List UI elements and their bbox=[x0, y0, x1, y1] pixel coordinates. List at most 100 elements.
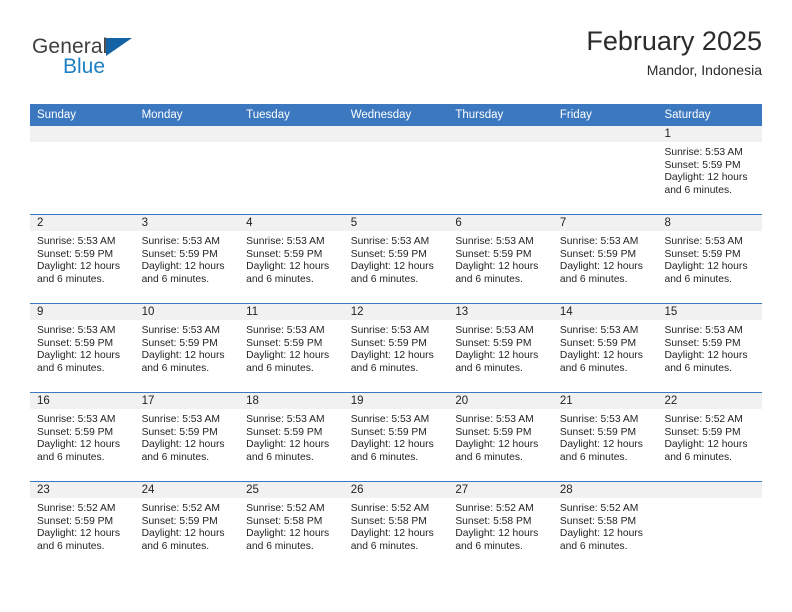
sunset-text: Sunset: 5:58 PM bbox=[350, 515, 427, 527]
day-detail: Sunrise: 5:53 AM Sunset: 5:59 PM Daylight:… bbox=[135, 320, 240, 375]
calendar-day-cell-empty bbox=[448, 126, 553, 214]
day-number: 14 bbox=[552, 304, 658, 320]
day-number: 17 bbox=[134, 393, 240, 409]
daylight-text: Daylight: 12 hours and 6 minutes. bbox=[455, 528, 539, 552]
calendar-day-cell[interactable]: 14 Sunrise: 5:53 AM Sunset: 5:59 PM Dayligh… bbox=[552, 304, 658, 392]
day-number: 2 bbox=[30, 215, 135, 231]
sunrise-text: Sunrise: 5:53 AM bbox=[246, 236, 325, 247]
calendar-day-cell[interactable]: 11 Sunrise: 5:53 AM Sunset: 5:59 PM Dayligh… bbox=[239, 304, 344, 392]
daylight-text: Daylight: 12 hours and 6 minutes. bbox=[350, 439, 434, 463]
day-detail: Sunrise: 5:53 AM Sunset: 5:59 PM Daylight:… bbox=[553, 320, 658, 375]
daylight-text: Daylight: 12 hours and 6 minutes. bbox=[246, 261, 330, 285]
calendar-day-cell[interactable]: 28 Sunrise: 5:52 AM Sunset: 5:58 PM Dayligh… bbox=[552, 482, 658, 570]
day-detail: Sunrise: 5:53 AM Sunset: 5:59 PM Daylight:… bbox=[448, 409, 553, 464]
day-detail: Sunrise: 5:53 AM Sunset: 5:59 PM Daylight:… bbox=[657, 142, 762, 197]
sunrise-text: Sunrise: 5:53 AM bbox=[37, 236, 116, 247]
calendar-day-cell[interactable]: 1 Sunrise: 5:53 AM Sunset: 5:59 PM Daylight… bbox=[657, 126, 763, 214]
day-detail: Sunrise: 5:53 AM Sunset: 5:59 PM Daylight:… bbox=[239, 231, 344, 286]
sunrise-text: Sunrise: 5:53 AM bbox=[664, 147, 743, 158]
day-number: 16 bbox=[30, 393, 135, 409]
sunrise-text: Sunrise: 5:53 AM bbox=[141, 236, 220, 247]
day-number: 4 bbox=[239, 215, 344, 231]
daylight-text: Daylight: 12 hours and 6 minutes. bbox=[141, 528, 225, 552]
calendar-day-cell[interactable]: 8 Sunrise: 5:53 AM Sunset: 5:59 PM Daylight… bbox=[657, 215, 763, 303]
calendar-day-cell[interactable]: 18 Sunrise: 5:53 AM Sunset: 5:59 PM Dayligh… bbox=[239, 393, 344, 481]
calendar-day-cell[interactable]: 4 Sunrise: 5:53 AM Sunset: 5:59 PM Daylight… bbox=[239, 215, 344, 303]
calendar-day-cell[interactable]: 3 Sunrise: 5:53 AM Sunset: 5:59 PM Daylight… bbox=[134, 215, 240, 303]
sunrise-text: Sunrise: 5:53 AM bbox=[664, 325, 743, 336]
calendar-week-row: 2 Sunrise: 5:53 AM Sunset: 5:59 PM Daylight… bbox=[30, 214, 763, 303]
day-number: 25 bbox=[239, 482, 344, 498]
sunrise-text: Sunrise: 5:53 AM bbox=[37, 414, 116, 425]
calendar-day-cell[interactable]: 17 Sunrise: 5:53 AM Sunset: 5:59 PM Dayligh… bbox=[134, 393, 240, 481]
day-number: 24 bbox=[134, 482, 240, 498]
calendar-weeks: 1 Sunrise: 5:53 AM Sunset: 5:59 PM Daylight… bbox=[30, 126, 763, 570]
day-number bbox=[30, 126, 135, 142]
calendar-day-cell[interactable]: 9 Sunrise: 5:53 AM Sunset: 5:59 PM Daylight… bbox=[30, 304, 135, 392]
calendar-day-cell[interactable]: 10 Sunrise: 5:53 AM Sunset: 5:59 PM Dayligh… bbox=[134, 304, 240, 392]
calendar-day-cell[interactable]: 27 Sunrise: 5:52 AM Sunset: 5:58 PM Dayligh… bbox=[448, 482, 553, 570]
sunset-text: Sunset: 5:58 PM bbox=[455, 515, 532, 527]
day-number: 8 bbox=[657, 215, 763, 231]
day-number: 28 bbox=[552, 482, 658, 498]
day-number bbox=[448, 126, 553, 142]
day-detail: Sunrise: 5:53 AM Sunset: 5:59 PM Daylight:… bbox=[448, 231, 553, 286]
calendar-day-cell[interactable]: 19 Sunrise: 5:53 AM Sunset: 5:59 PM Dayligh… bbox=[343, 393, 449, 481]
day-number bbox=[552, 126, 658, 142]
day-detail: Sunrise: 5:53 AM Sunset: 5:59 PM Daylight:… bbox=[135, 409, 240, 464]
page-subtitle: Mandor, Indonesia bbox=[646, 62, 762, 79]
day-number: 27 bbox=[448, 482, 553, 498]
weekday-header-monday: Monday bbox=[141, 109, 183, 121]
day-detail: Sunrise: 5:53 AM Sunset: 5:59 PM Daylight:… bbox=[135, 231, 240, 286]
day-number bbox=[657, 482, 763, 498]
daylight-text: Daylight: 12 hours and 6 minutes. bbox=[559, 350, 643, 374]
calendar-day-cell[interactable]: 16 Sunrise: 5:53 AM Sunset: 5:59 PM Dayligh… bbox=[30, 393, 135, 481]
day-detail: Sunrise: 5:52 AM Sunset: 5:58 PM Daylight:… bbox=[239, 498, 344, 553]
daylight-text: Daylight: 12 hours and 6 minutes. bbox=[664, 172, 748, 196]
logo-triangle-icon bbox=[106, 38, 132, 56]
day-number: 12 bbox=[343, 304, 449, 320]
day-detail: Sunrise: 5:52 AM Sunset: 5:59 PM Daylight:… bbox=[30, 498, 135, 553]
calendar-day-cell-empty bbox=[343, 126, 449, 214]
general-blue-logo[interactable]: General Blue bbox=[32, 36, 202, 94]
sunrise-text: Sunrise: 5:52 AM bbox=[141, 503, 220, 514]
sunset-text: Sunset: 5:59 PM bbox=[664, 159, 741, 171]
day-number: 26 bbox=[343, 482, 449, 498]
day-detail: Sunrise: 5:52 AM Sunset: 5:59 PM Daylight:… bbox=[657, 409, 762, 464]
calendar-day-cell[interactable]: 7 Sunrise: 5:53 AM Sunset: 5:59 PM Daylight… bbox=[552, 215, 658, 303]
day-number: 3 bbox=[134, 215, 240, 231]
page-title: February 2025 bbox=[586, 26, 762, 56]
calendar-day-cell[interactable]: 24 Sunrise: 5:52 AM Sunset: 5:59 PM Dayligh… bbox=[134, 482, 240, 570]
calendar-day-cell[interactable]: 15 Sunrise: 5:53 AM Sunset: 5:59 PM Dayligh… bbox=[657, 304, 763, 392]
day-number: 18 bbox=[239, 393, 344, 409]
day-number: 21 bbox=[552, 393, 658, 409]
weekday-header-tuesday: Tuesday bbox=[246, 109, 290, 121]
sunrise-text: Sunrise: 5:53 AM bbox=[246, 325, 325, 336]
sunset-text: Sunset: 5:59 PM bbox=[246, 426, 323, 438]
sunset-text: Sunset: 5:59 PM bbox=[559, 248, 637, 260]
calendar-day-cell[interactable]: 2 Sunrise: 5:53 AM Sunset: 5:59 PM Daylight… bbox=[30, 215, 135, 303]
sunset-text: Sunset: 5:59 PM bbox=[350, 248, 427, 260]
day-number bbox=[134, 126, 240, 142]
sunset-text: Sunset: 5:59 PM bbox=[559, 426, 637, 438]
daylight-text: Daylight: 12 hours and 6 minutes. bbox=[559, 261, 643, 285]
calendar-day-cell[interactable]: 22 Sunrise: 5:52 AM Sunset: 5:59 PM Dayligh… bbox=[657, 393, 763, 481]
daylight-text: Daylight: 12 hours and 6 minutes. bbox=[559, 439, 643, 463]
calendar-day-cell[interactable]: 25 Sunrise: 5:52 AM Sunset: 5:58 PM Dayligh… bbox=[239, 482, 344, 570]
day-detail: Sunrise: 5:53 AM Sunset: 5:59 PM Daylight:… bbox=[239, 320, 344, 375]
calendar-day-cell[interactable]: 6 Sunrise: 5:53 AM Sunset: 5:59 PM Daylight… bbox=[448, 215, 553, 303]
sunrise-text: Sunrise: 5:53 AM bbox=[141, 414, 220, 425]
sunset-text: Sunset: 5:59 PM bbox=[246, 248, 323, 260]
calendar-day-cell[interactable]: 5 Sunrise: 5:53 AM Sunset: 5:59 PM Daylight… bbox=[343, 215, 449, 303]
sunrise-text: Sunrise: 5:53 AM bbox=[350, 236, 430, 247]
calendar-day-cell[interactable]: 21 Sunrise: 5:53 AM Sunset: 5:59 PM Dayligh… bbox=[552, 393, 658, 481]
day-number: 6 bbox=[448, 215, 553, 231]
calendar-day-cell[interactable]: 26 Sunrise: 5:52 AM Sunset: 5:58 PM Dayligh… bbox=[343, 482, 449, 570]
logo-text-general: General bbox=[32, 35, 108, 58]
sunrise-text: Sunrise: 5:52 AM bbox=[455, 503, 534, 514]
calendar-day-cell[interactable]: 13 Sunrise: 5:53 AM Sunset: 5:59 PM Dayligh… bbox=[448, 304, 553, 392]
calendar-day-cell[interactable]: 20 Sunrise: 5:53 AM Sunset: 5:59 PM Dayligh… bbox=[448, 393, 553, 481]
calendar-day-cell[interactable]: 23 Sunrise: 5:52 AM Sunset: 5:59 PM Dayligh… bbox=[30, 482, 135, 570]
calendar-week-row: 1 Sunrise: 5:53 AM Sunset: 5:59 PM Daylight… bbox=[30, 126, 763, 214]
calendar-day-cell[interactable]: 12 Sunrise: 5:53 AM Sunset: 5:59 PM Dayligh… bbox=[343, 304, 449, 392]
